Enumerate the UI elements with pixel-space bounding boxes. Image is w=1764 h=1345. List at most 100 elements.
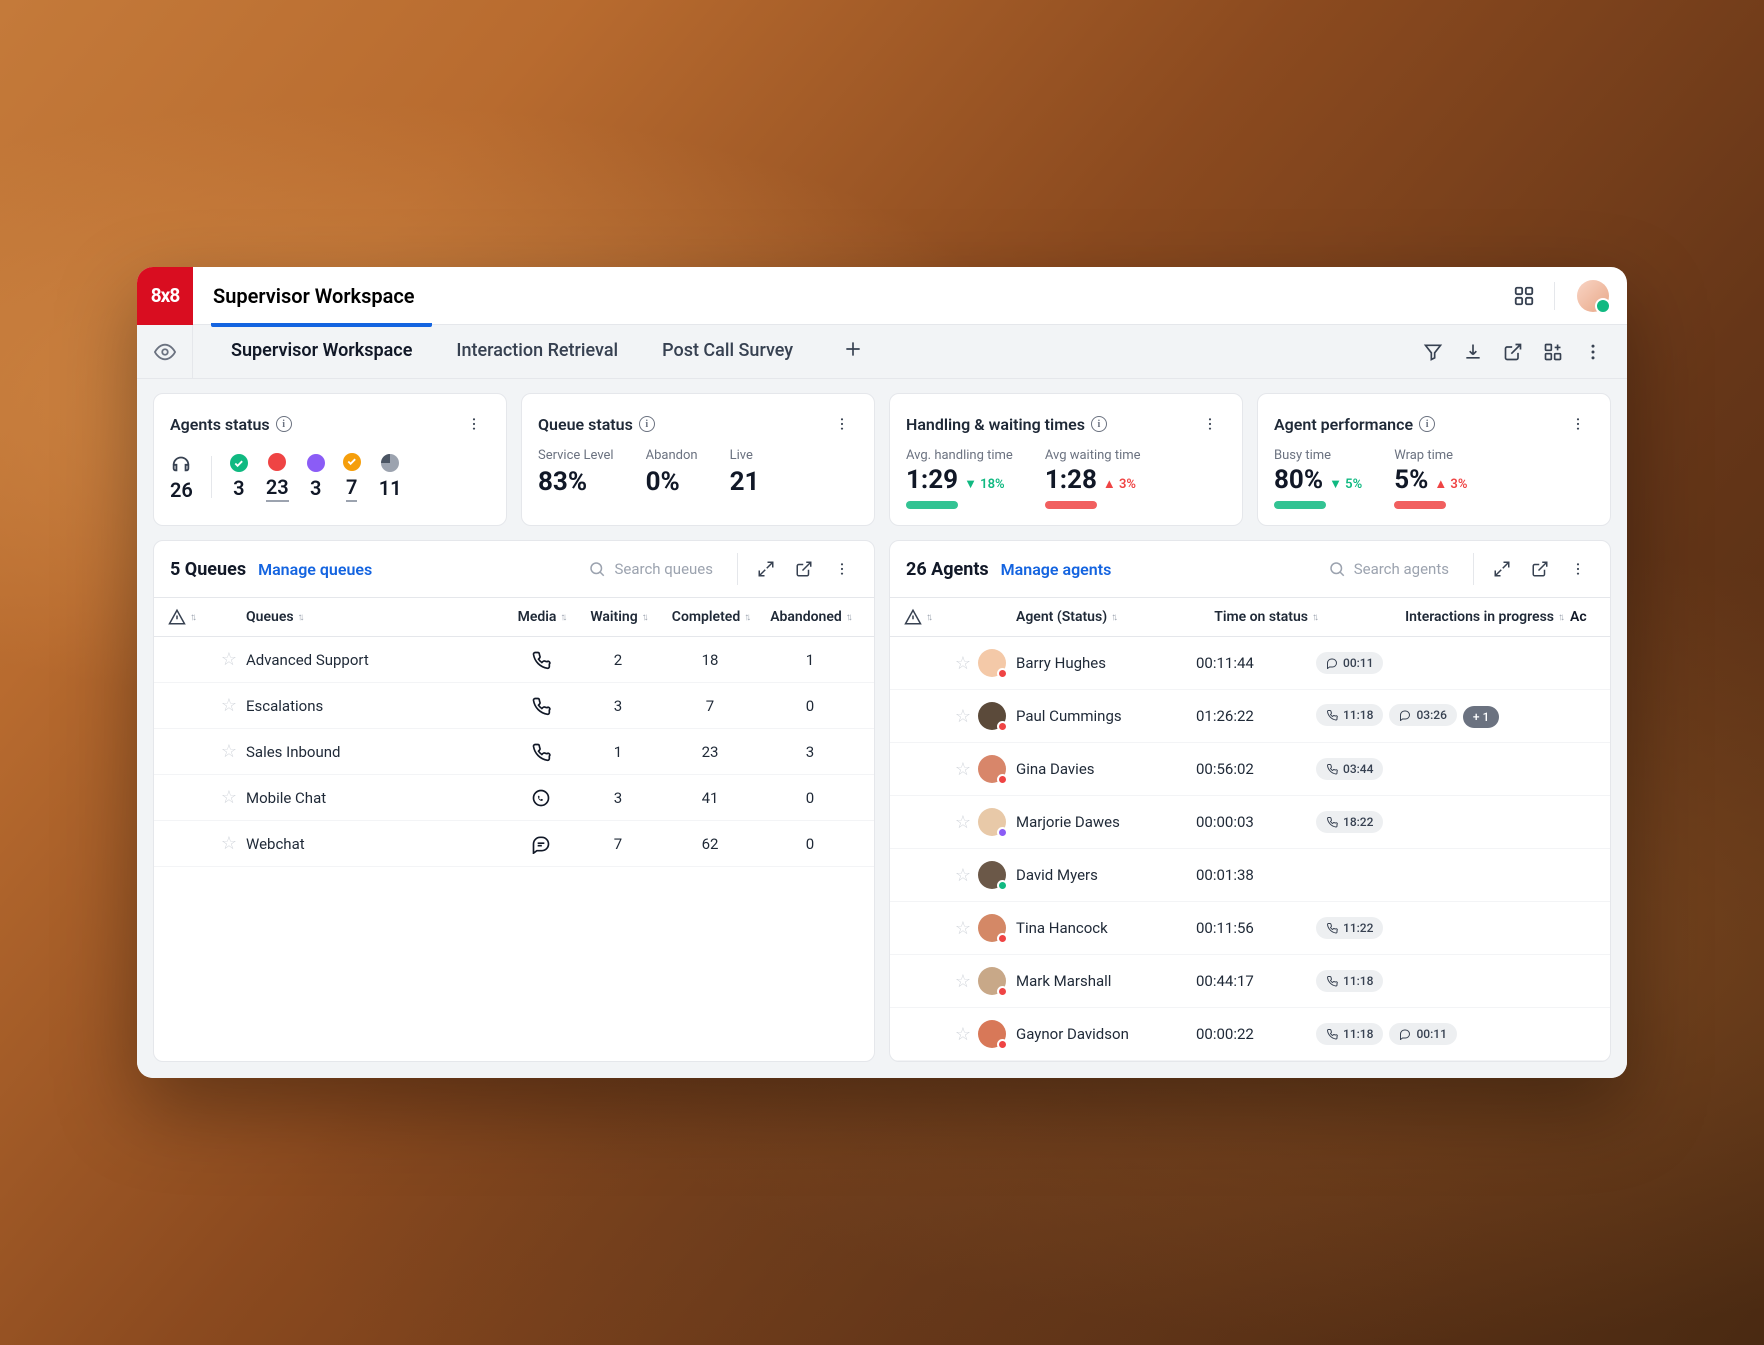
status-group-green[interactable]: 3 [230,454,248,500]
agent-row[interactable]: ☆Gina Davies00:56:0203:44 [890,743,1610,796]
agent-col-header[interactable]: Agent (Status) [1016,609,1107,625]
panel-more-icon[interactable] [826,553,858,585]
card-title: Handling & waiting times i [906,415,1107,434]
queue-row[interactable]: ☆Webchat7620 [154,821,874,867]
card-more-icon[interactable] [458,408,490,440]
user-avatar[interactable] [1577,280,1609,312]
grid-apps-icon[interactable] [1508,280,1540,312]
queue-waiting: 2 [576,651,660,669]
manage-agents-link[interactable]: Manage agents [1001,560,1112,579]
agent-row[interactable]: ☆Tina Hancock00:11:5611:22 [890,902,1610,955]
agent-name: David Myers [1016,866,1196,884]
filter-icon[interactable] [1417,336,1449,368]
panel-more-icon[interactable] [1562,553,1594,585]
media-col-header[interactable]: Media [518,609,557,625]
interaction-pill[interactable]: 11:22 [1316,917,1383,939]
waiting-col-header[interactable]: Waiting [590,609,637,625]
interaction-pill[interactable]: 11:18 [1316,704,1383,726]
queue-row[interactable]: ☆Sales Inbound1233 [154,729,874,775]
popout-icon[interactable] [1524,553,1556,585]
queues-col-header[interactable]: Queues [246,609,294,625]
info-icon[interactable]: i [639,416,655,432]
status-dot [997,986,1008,997]
agent-time-on-status: 00:01:38 [1196,866,1316,884]
agent-avatar [978,702,1006,730]
interaction-pill[interactable]: 03:26 [1389,704,1456,726]
eye-icon[interactable] [137,325,193,379]
agent-name: Gaynor Davidson [1016,1025,1196,1043]
star-icon[interactable]: ☆ [955,759,971,780]
agent-avatar [978,861,1006,889]
time-col-header[interactable]: Time on status [1214,609,1308,625]
manage-queues-link[interactable]: Manage queues [258,560,372,579]
interactions-col-header[interactable]: Interactions in progress [1405,609,1554,625]
star-icon[interactable]: ☆ [221,787,237,808]
star-icon[interactable]: ☆ [221,649,237,670]
star-icon[interactable]: ☆ [221,695,237,716]
external-link-icon[interactable] [1497,336,1529,368]
agents-panel: 26 Agents Manage agents Search agents [889,540,1611,1062]
interaction-pill[interactable]: 00:11 [1316,652,1383,674]
tab-post-call-survey[interactable]: Post Call Survey [660,327,795,376]
status-group-purple[interactable]: 3 [307,454,325,500]
star-icon[interactable]: ☆ [955,812,971,833]
queue-row[interactable]: ☆Mobile Chat3410 [154,775,874,821]
agent-name: Tina Hancock [1016,919,1196,937]
queue-row[interactable]: ☆Advanced Support2181 [154,637,874,683]
star-icon[interactable]: ☆ [221,741,237,762]
add-tab-icon[interactable] [835,339,871,365]
interaction-pill[interactable]: 18:22 [1316,811,1383,833]
interaction-pill[interactable]: 11:18 [1316,970,1383,992]
expand-icon[interactable] [750,553,782,585]
status-group-gray[interactable]: 11 [379,454,402,500]
chat-icon [506,834,576,854]
agents-table-body: ☆Barry Hughes00:11:4400:11☆Paul Cummings… [890,637,1610,1061]
agent-row[interactable]: ☆Mark Marshall00:44:1711:18 [890,955,1610,1008]
tab-interaction-retrieval[interactable]: Interaction Retrieval [454,327,620,376]
tab-supervisor-workspace[interactable]: Supervisor Workspace [229,327,414,376]
header-actions [1508,280,1627,312]
panel-title: 5 Queues [170,559,246,580]
star-icon[interactable]: ☆ [955,706,971,727]
completed-col-header[interactable]: Completed [672,609,740,625]
star-icon[interactable]: ☆ [955,918,971,939]
star-icon[interactable]: ☆ [955,971,971,992]
star-icon[interactable]: ☆ [955,653,971,674]
download-icon[interactable] [1457,336,1489,368]
interaction-pill[interactable]: 11:18 [1316,1023,1383,1045]
abandoned-col-header[interactable]: Abandoned [770,609,842,625]
content-area: Agents status i 263233711 Queue status i [137,379,1627,1078]
interaction-pill[interactable]: + 1 [1463,706,1499,728]
info-icon[interactable]: i [1419,416,1435,432]
status-group-yellow[interactable]: 7 [343,453,361,502]
card-more-icon[interactable] [826,408,858,440]
agents-status-row: 263233711 [170,452,490,502]
info-icon[interactable]: i [1091,416,1107,432]
agent-row[interactable]: ☆Marjorie Dawes00:00:0318:22 [890,796,1610,849]
more-icon[interactable] [1577,336,1609,368]
agent-row[interactable]: ☆ David Myers00:01:38 [890,849,1610,902]
agent-time-on-status: 00:44:17 [1196,972,1316,990]
interaction-pill[interactable]: 03:44 [1316,758,1383,780]
card-more-icon[interactable] [1194,408,1226,440]
interaction-pill[interactable]: 00:11 [1389,1023,1456,1045]
star-icon[interactable]: ☆ [221,833,237,854]
star-icon[interactable]: ☆ [955,865,971,886]
queue-name: Mobile Chat [246,789,506,807]
agent-avatar [978,967,1006,995]
star-icon[interactable]: ☆ [955,1024,971,1045]
agent-row[interactable]: ☆Gaynor Davidson00:00:2211:1800:11 [890,1008,1610,1061]
actions-col-header[interactable]: Ac [1570,609,1587,625]
status-group-red[interactable]: 23 [266,453,289,502]
queue-row[interactable]: ☆Escalations370 [154,683,874,729]
search-agents[interactable]: Search agents [1316,560,1461,578]
add-widget-icon[interactable] [1537,336,1569,368]
card-more-icon[interactable] [1562,408,1594,440]
info-icon[interactable]: i [276,416,292,432]
queue-completed: 62 [660,835,760,853]
agent-row[interactable]: ☆Paul Cummings01:26:2211:1803:26+ 1 [890,690,1610,743]
popout-icon[interactable] [788,553,820,585]
agent-row[interactable]: ☆Barry Hughes00:11:4400:11 [890,637,1610,690]
expand-icon[interactable] [1486,553,1518,585]
search-queues[interactable]: Search queues [576,560,725,578]
